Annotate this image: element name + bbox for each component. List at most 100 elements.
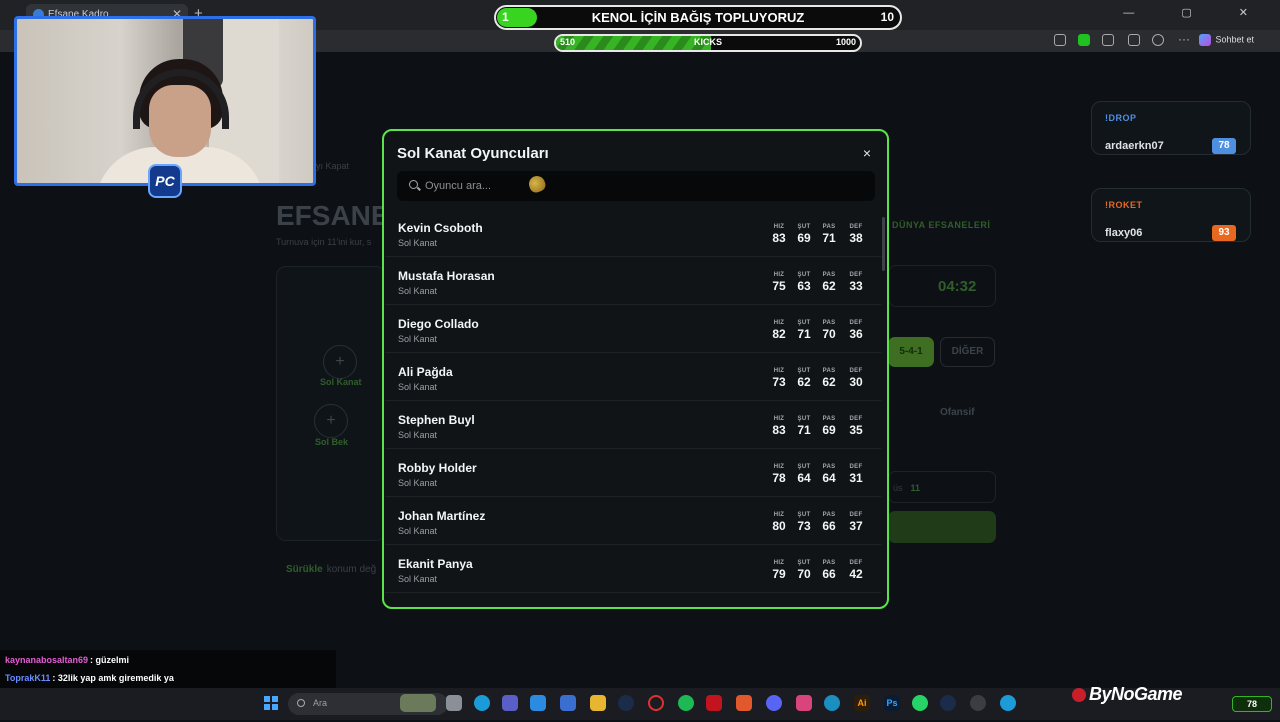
obs-icon[interactable] <box>970 695 986 711</box>
player-name: Ali Pağda <box>398 365 453 379</box>
player-row[interactable]: Mustafa HorasanSol KanatHIZ75ŞUT63PAS62D… <box>385 257 881 305</box>
stat-value: 30 <box>845 375 867 389</box>
stat-value: 71 <box>818 231 840 245</box>
photoshop-icon[interactable]: Ps <box>884 695 900 711</box>
chat-username: kaynanabosaltan69 <box>5 655 88 665</box>
stat-value: 71 <box>793 327 815 341</box>
stat-label: ŞUT <box>793 608 815 609</box>
stat-value: 66 <box>818 567 840 581</box>
windows-start-icon[interactable] <box>264 696 278 710</box>
donation-goal-bar: 1 KENOL İÇİN BAĞIŞ TOPLUYORUZ 10 <box>494 5 902 30</box>
stat-label: HIZ <box>768 512 790 518</box>
player-stat: ŞUT69 <box>793 224 815 245</box>
task-view-icon[interactable] <box>446 695 462 711</box>
player-row[interactable]: Robby HolderSol KanatHIZ78ŞUT64PAS64DEF3… <box>385 449 881 497</box>
netflix-icon[interactable] <box>706 695 722 711</box>
edge-icon-2[interactable] <box>1000 695 1016 711</box>
stat-value: 69 <box>793 231 815 245</box>
player-stat: PAS62 <box>818 272 840 293</box>
search-highlight-icon[interactable] <box>400 694 436 712</box>
stat-label: ŞUT <box>793 560 815 566</box>
stat-value: 79 <box>768 567 790 581</box>
stat-value: 37 <box>845 519 867 533</box>
edge-icon[interactable] <box>474 695 490 711</box>
outlook-icon[interactable] <box>560 695 576 711</box>
folder-icon[interactable] <box>590 695 606 711</box>
photos-icon[interactable] <box>796 695 812 711</box>
stat-value: 38 <box>845 231 867 245</box>
stat-label: PAS <box>818 512 840 518</box>
player-list: Kevin CsobothSol KanatHIZ83ŞUT69PAS71DEF… <box>385 209 881 609</box>
opera-icon[interactable] <box>648 695 664 711</box>
sohbet-button[interactable]: Sohbet et <box>1199 34 1254 46</box>
extensions-puzzle-icon[interactable] <box>1102 34 1114 46</box>
player-row[interactable]: Ekanit PanyaSol KanatHIZ79ŞUT70PAS66DEF4… <box>385 545 881 593</box>
category-label: DÜNYA EFSANELERİ <box>892 220 990 230</box>
collections-icon[interactable] <box>1128 34 1140 46</box>
window-controls[interactable]: — ▢ ✕ <box>1123 6 1270 19</box>
stat-label: DEF <box>845 464 867 470</box>
search-box[interactable] <box>397 171 875 201</box>
stat-label: HIZ <box>768 416 790 422</box>
stat-value: 75 <box>768 279 790 293</box>
steam-icon-2[interactable] <box>940 695 956 711</box>
player-row[interactable]: Marcus RashfordSol KanatHIZŞUTPASDEF <box>385 593 881 609</box>
spotify-icon[interactable] <box>678 695 694 711</box>
roket-widget: !ROKET flaxy06 93 <box>1091 188 1251 242</box>
stat-label: HIZ <box>768 320 790 326</box>
confirm-button <box>888 511 996 543</box>
vscode-icon[interactable] <box>530 695 546 711</box>
browser-icon[interactable] <box>824 695 840 711</box>
close-icon[interactable]: × <box>863 145 871 161</box>
tray-badge[interactable]: 78 <box>1232 696 1272 712</box>
player-stat: DEF31 <box>845 464 867 485</box>
player-row[interactable]: Kevin CsobothSol KanatHIZ83ŞUT69PAS71DEF… <box>385 209 881 257</box>
slot-sol-kanat-add: + <box>323 345 357 379</box>
stat-value: 80 <box>768 519 790 533</box>
teams-icon[interactable] <box>502 695 518 711</box>
discord-icon[interactable] <box>766 695 782 711</box>
stat-label: ŞUT <box>793 272 815 278</box>
steam-icon[interactable] <box>618 695 634 711</box>
stat-label: ŞUT <box>793 416 815 422</box>
stat-label: PAS <box>818 272 840 278</box>
player-position: Sol Kanat <box>398 526 437 536</box>
player-stat: ŞUT <box>793 608 815 609</box>
player-stat: HIZ80 <box>768 512 790 533</box>
player-stat: DEF37 <box>845 512 867 533</box>
player-stat: DEF42 <box>845 560 867 581</box>
player-stat: ŞUT71 <box>793 416 815 437</box>
favorite-star-icon[interactable] <box>1054 34 1066 46</box>
stat-value: 70 <box>793 567 815 581</box>
stat-label: HIZ <box>768 560 790 566</box>
bynogame-watermark: ByNoGame <box>1072 684 1182 705</box>
player-stat: ŞUT70 <box>793 560 815 581</box>
stat-label: PAS <box>818 608 840 609</box>
stat-value: 35 <box>845 423 867 437</box>
widget-user: ardaerkn07 <box>1105 140 1164 152</box>
profile-avatar-icon[interactable] <box>1152 34 1164 46</box>
stat-value: 82 <box>768 327 790 341</box>
kicks-goal-bar: 510 KICKS 1000 <box>554 34 862 52</box>
player-row[interactable]: Ali PağdaSol KanatHIZ73ŞUT62PAS62DEF30 <box>385 353 881 401</box>
player-row[interactable]: Stephen BuylSol KanatHIZ83ŞUT71PAS69DEF3… <box>385 401 881 449</box>
stat-value: 62 <box>818 279 840 293</box>
player-stat: HIZ82 <box>768 320 790 341</box>
scrollbar[interactable] <box>882 217 885 271</box>
stat-label: PAS <box>818 464 840 470</box>
more-menu-icon[interactable]: ··· <box>1178 32 1190 46</box>
player-stat: DEF30 <box>845 368 867 389</box>
player-name: Ekanit Panya <box>398 557 473 571</box>
illustrator-icon[interactable]: Ai <box>854 695 870 711</box>
search-input[interactable] <box>425 177 685 195</box>
player-select-modal: Sol Kanat Oyuncuları × Kevin CsobothSol … <box>382 129 889 609</box>
chat-message: kaynanabosaltan69: güzelmi <box>5 652 336 670</box>
player-row[interactable]: Diego ColladoSol KanatHIZ82ŞUT71PAS70DEF… <box>385 305 881 353</box>
extension-icon[interactable] <box>1078 34 1090 46</box>
kicks-goal: 1000 <box>836 37 856 47</box>
bynogame-logo-icon <box>1072 688 1086 702</box>
whatsapp-icon[interactable] <box>912 695 928 711</box>
app-x-icon[interactable] <box>736 695 752 711</box>
player-row[interactable]: Johan MartínezSol KanatHIZ80ŞUT73PAS66DE… <box>385 497 881 545</box>
player-stat: HIZ73 <box>768 368 790 389</box>
